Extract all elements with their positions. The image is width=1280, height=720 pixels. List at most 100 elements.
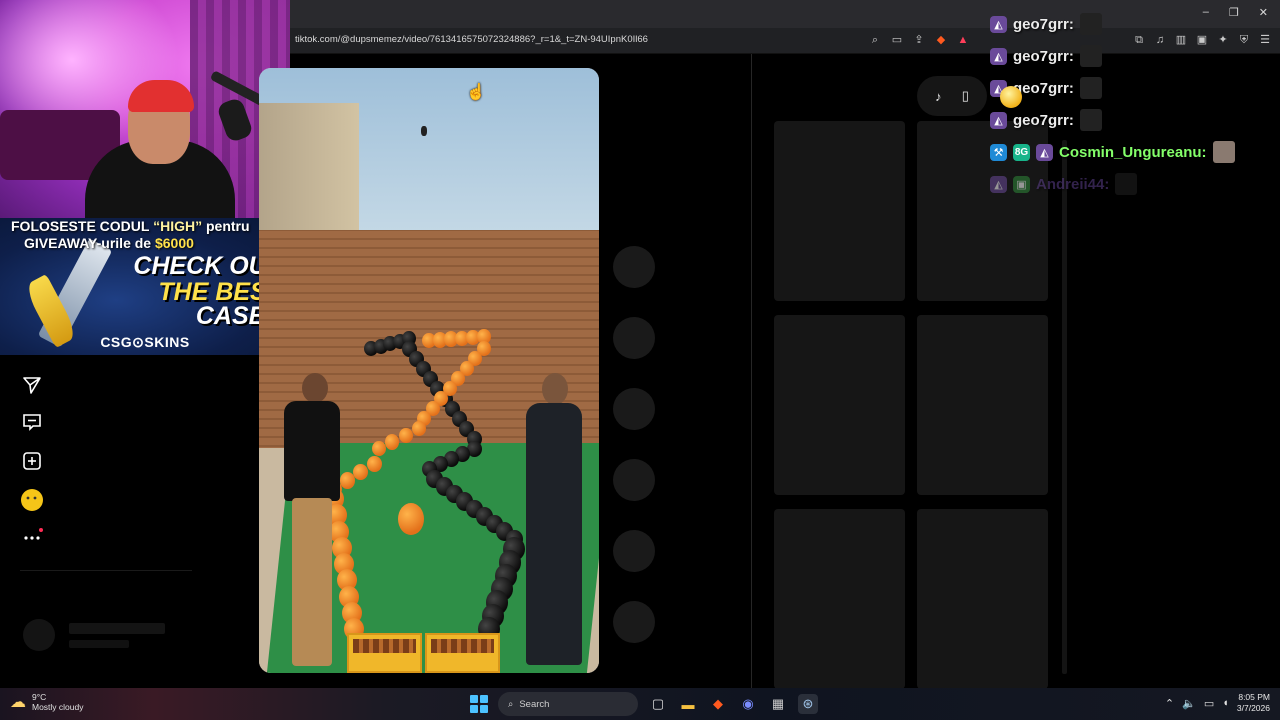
send-icon[interactable] xyxy=(20,373,44,397)
emoji-cursor-icon xyxy=(1000,86,1022,108)
music-button[interactable] xyxy=(613,530,655,572)
speaker-icon[interactable]: 🔈 xyxy=(1182,697,1196,710)
tiktok-logo-icon[interactable]: ♪ xyxy=(935,89,942,104)
balloon xyxy=(366,455,382,472)
clock[interactable]: 8:05 PM 3/7/2026 xyxy=(1237,692,1270,714)
chat-username: Cosmin_Ungureanu: xyxy=(1059,143,1207,161)
search-icon: ⌕ xyxy=(508,698,514,710)
chat-emote-icon xyxy=(1115,173,1138,195)
shark-badge-icon: ◭ xyxy=(990,111,1007,129)
shark-badge-icon: ◭ xyxy=(990,175,1007,193)
cloud-sun-icon: ☁ xyxy=(10,694,26,711)
next-button[interactable] xyxy=(613,601,655,643)
chat-emote-icon xyxy=(1079,45,1102,67)
bookmark-button[interactable] xyxy=(613,388,655,430)
search-placeholder: Search xyxy=(519,698,550,710)
skeleton-line xyxy=(69,640,129,648)
ad-code-line: FOLOSESTE CODUL “HIGH” pentru xyxy=(11,218,250,234)
calculator-icon[interactable]: ▦ xyxy=(768,694,788,714)
related-video-card[interactable] xyxy=(917,315,1048,495)
hand-cursor-icon: ☝ xyxy=(466,84,486,101)
screen: – ❐ ✕ tiktok.com/@dupsmemez/video/761341… xyxy=(0,0,1280,720)
gift-badge-icon: ▣ xyxy=(1013,175,1030,193)
related-video-card[interactable] xyxy=(917,509,1048,689)
cast-icon[interactable]: ▭ xyxy=(890,33,904,47)
video-man-left xyxy=(284,373,342,673)
start-button[interactable] xyxy=(470,695,488,713)
chevron-up-icon[interactable]: ⌃ xyxy=(1165,697,1174,710)
ad-giveaway-line: GIVEAWAY-urile de $6000 xyxy=(24,235,194,251)
file-explorer-icon[interactable]: ▬ xyxy=(678,694,698,714)
weather-widget[interactable]: ☁ 9°C Mostly cloudy xyxy=(10,692,84,712)
balloon xyxy=(385,434,400,450)
hammer-badge-icon: ⚒ xyxy=(990,143,1007,161)
zoom-icon[interactable]: ⌕ xyxy=(868,33,882,47)
panel-divider xyxy=(751,54,752,688)
chat-emote-icon xyxy=(1079,13,1102,35)
chat-emote-icon xyxy=(1212,141,1235,163)
related-video-card[interactable] xyxy=(774,315,905,495)
taskbar-search[interactable]: ⌕ Search xyxy=(498,692,638,716)
shark-badge-icon: ◭ xyxy=(990,47,1007,65)
chat-message: ◭ geo7grr: xyxy=(990,104,1280,136)
discord-icon[interactable]: ◉ xyxy=(738,694,758,714)
chat-message: ⚒ 8G ◭ Cosmin_Ungureanu: xyxy=(990,136,1280,168)
video-crate xyxy=(425,633,500,673)
comment-button[interactable] xyxy=(613,317,655,359)
task-view-icon[interactable]: ▢ xyxy=(648,694,668,714)
volume-icon[interactable]: ◖ xyxy=(1222,697,1229,709)
video-crate xyxy=(347,633,422,673)
display-icon[interactable]: ▭ xyxy=(1204,697,1214,710)
balloon xyxy=(398,427,413,444)
chat-message: ◭ geo7grr: xyxy=(990,40,1280,72)
weather-condition: Mostly cloudy xyxy=(32,702,84,712)
related-video-card[interactable] xyxy=(774,121,905,301)
shark-badge-icon: ◭ xyxy=(990,15,1007,33)
chat-emote-icon xyxy=(1079,109,1102,131)
tier-badge: 8G xyxy=(1013,143,1030,161)
view-mode-toggle[interactable]: ♪ ▯ xyxy=(917,76,987,116)
skeleton-avatar xyxy=(23,619,55,651)
chat-message: ◭ geo7grr: xyxy=(990,72,1280,104)
video-man-right xyxy=(524,373,584,673)
chat-emote-icon xyxy=(1079,77,1102,99)
related-video-card[interactable] xyxy=(774,509,905,689)
chat-username: geo7grr: xyxy=(1013,111,1074,129)
phone-view-icon[interactable]: ▯ xyxy=(962,88,969,104)
address-bar-actions: ⌕ ▭ ⇪ ◆ ▲ xyxy=(868,33,970,47)
time: 8:05 PM xyxy=(1238,692,1270,702)
windows-taskbar: ☁ 9°C Mostly cloudy ⌕ Search ▢ ▬ ◆ ◉ ▦ ⊛… xyxy=(0,688,1280,720)
system-tray: ⌃ 🔈 ▭ ◖ 8:05 PM 3/7/2026 xyxy=(1165,692,1270,714)
inbox-icon[interactable] xyxy=(20,410,44,434)
sponsor-banner: FOLOSESTE CODUL “HIGH” pentru GIVEAWAY-u… xyxy=(0,218,290,355)
stream-chat-overlay: ◭ geo7grr: ◭ geo7grr: ◭ geo7grr: ◭ geo7g… xyxy=(990,8,1280,200)
chat-username: Andreii44: xyxy=(1036,175,1110,193)
scrollbar[interactable] xyxy=(1062,140,1067,674)
temperature: 9°C xyxy=(32,692,47,702)
brave-browser-icon[interactable]: ◆ xyxy=(708,694,728,714)
ad-brand-logo: CSG⊙SKINS xyxy=(100,334,190,350)
brave-rewards-icon[interactable]: ▲ xyxy=(956,33,970,47)
webcam-overlay xyxy=(0,0,290,218)
more-icon[interactable] xyxy=(20,525,44,549)
brave-shields-icon[interactable]: ◆ xyxy=(934,33,948,47)
loose-balloon xyxy=(398,503,424,535)
chat-message: ◭ geo7grr: xyxy=(990,8,1280,40)
date: 3/7/2026 xyxy=(1236,703,1270,713)
chat-username: geo7grr: xyxy=(1013,79,1074,97)
video-player[interactable] xyxy=(259,68,599,673)
share-icon[interactable]: ⇪ xyxy=(912,33,926,47)
chat-username: geo7grr: xyxy=(1013,15,1074,33)
streamer-cap xyxy=(128,80,194,112)
add-icon[interactable] xyxy=(20,449,44,473)
video-bird xyxy=(421,126,427,136)
chat-username: geo7grr: xyxy=(1013,47,1074,65)
profile-emoji-icon[interactable] xyxy=(20,488,44,512)
like-button[interactable] xyxy=(613,246,655,288)
tiktok-left-rail xyxy=(0,355,258,688)
taskbar-apps: ⌕ Search ▢ ▬ ◆ ◉ ▦ ⊛ xyxy=(470,692,818,716)
steam-icon[interactable]: ⊛ xyxy=(798,694,818,714)
rail-divider xyxy=(20,570,192,571)
url-text[interactable]: tiktok.com/@dupsmemez/video/761341657507… xyxy=(295,34,648,45)
share-button[interactable] xyxy=(613,459,655,501)
